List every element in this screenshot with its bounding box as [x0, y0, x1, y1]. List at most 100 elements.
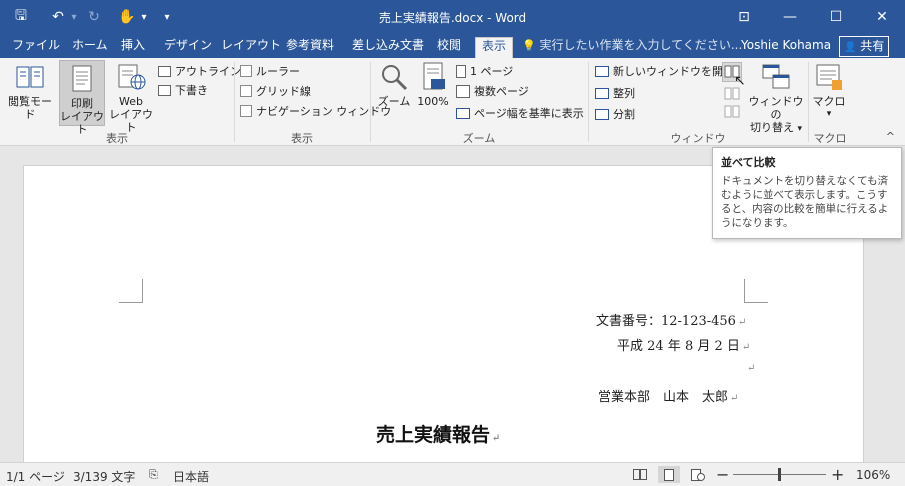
multiple-pages-icon: [456, 84, 470, 98]
minimize-button[interactable]: —: [767, 0, 813, 33]
read-mode-view-button[interactable]: [629, 466, 651, 483]
nav-pane-check[interactable]: [240, 105, 252, 117]
print-layout-icon: [67, 64, 97, 94]
macros-icon: [814, 62, 844, 92]
gridlines-label: グリッド線: [256, 85, 311, 98]
group-label-show: 表示: [291, 132, 313, 145]
word-count[interactable]: 3/139 文字: [73, 468, 135, 485]
collapse-ribbon-icon[interactable]: ^: [886, 130, 895, 143]
new-window-label: 新しいウィンドウを開く: [613, 65, 734, 78]
ruler-check[interactable]: [240, 65, 252, 77]
zoom-button[interactable]: ズーム: [375, 62, 413, 126]
tab-insert[interactable]: 挿入: [115, 37, 151, 58]
document-number-line[interactable]: 文書番号：12-123-456 ↵: [596, 310, 746, 329]
zoom-slider-thumb[interactable]: [778, 468, 781, 481]
print-layout-label-1: 印刷: [71, 97, 93, 110]
zoom-in-button[interactable]: +: [831, 465, 844, 484]
zoom-label: ズーム: [377, 95, 411, 108]
macros-button[interactable]: マクロ ▾: [812, 62, 846, 126]
multiple-pages-button[interactable]: 複数ページ: [456, 82, 529, 100]
document-date: 平成 24 年 8 月 2 日: [617, 339, 740, 354]
print-layout-button[interactable]: 印刷 レイアウト: [59, 60, 105, 136]
window-controls: ⊡ — ☐ ✕: [721, 0, 905, 33]
new-window-button[interactable]: 新しいウィンドウを開く: [595, 62, 734, 80]
tooltip-body: ドキュメントを切り替えなくても済むように並べて表示します。こうすると、内容の比較…: [721, 175, 889, 229]
margin-corner-right: [744, 279, 768, 303]
gridlines-check[interactable]: [240, 85, 252, 97]
web-layout-view-icon: [691, 468, 705, 481]
switch-windows-button[interactable]: ウィンドウの 切り替え ▾: [747, 62, 805, 134]
tooltip-title: 並べて比較: [721, 156, 776, 169]
author-line[interactable]: 営業本部 山本 太郎 ↵: [598, 386, 738, 405]
paragraph-mark: ↵: [730, 393, 739, 404]
user-name[interactable]: Yoshie Kohama: [741, 37, 831, 54]
group-label-macros: マクロ: [813, 132, 847, 145]
macros-dropdown-icon: ▾: [826, 109, 832, 119]
draft-icon: [158, 84, 171, 96]
outline-button[interactable]: アウトライン: [158, 62, 241, 80]
margin-corner-left: [119, 279, 143, 303]
draft-label: 下書き: [175, 84, 208, 97]
tab-layout[interactable]: レイアウト: [215, 37, 287, 58]
proofing-icon[interactable]: ⎘: [149, 468, 158, 482]
maximize-button[interactable]: ☐: [813, 0, 859, 33]
close-button[interactable]: ✕: [859, 0, 905, 33]
reset-window-icon: [724, 105, 740, 118]
arrange-all-button[interactable]: 整列: [595, 84, 635, 102]
ribbon-view: 閲覧モード 印刷 レイアウト Web レイアウト アウトライン 下書き 表示 ル…: [0, 58, 905, 146]
macros-label: マクロ: [812, 95, 846, 108]
zoom-100-button[interactable]: 100%: [414, 62, 452, 126]
draft-button[interactable]: 下書き: [158, 81, 208, 99]
tab-design[interactable]: デザイン: [158, 37, 218, 58]
group-label-zoom: ズーム: [462, 132, 496, 145]
read-mode-icon: [15, 62, 45, 92]
ribbon-display-options-icon[interactable]: ⊡: [721, 0, 767, 33]
tab-references[interactable]: 参考資料: [280, 37, 340, 58]
document-number: 文書番号：12-123-456: [596, 314, 736, 329]
read-mode-button[interactable]: 閲覧モード: [3, 62, 57, 126]
outline-icon: [158, 65, 171, 77]
sync-scroll-button[interactable]: [723, 87, 741, 101]
paragraph-mark: ↵: [747, 363, 756, 374]
print-layout-view-icon: [664, 468, 674, 481]
tab-mailings[interactable]: 差し込み文書: [346, 37, 430, 58]
web-layout-view-button[interactable]: [687, 466, 709, 483]
language[interactable]: 日本語: [173, 468, 209, 485]
zoom-out-button[interactable]: −: [716, 465, 729, 484]
new-window-icon: [595, 65, 609, 77]
tab-view[interactable]: 表示: [475, 37, 514, 58]
document-title-text: 売上実績報告: [376, 424, 491, 446]
document-heading[interactable]: 売上実績報告 ↵: [376, 420, 500, 447]
read-mode-label: 閲覧モード: [8, 95, 52, 121]
magnifier-icon: [379, 62, 409, 92]
page-width-button[interactable]: ページ幅を基準に表示: [456, 104, 584, 122]
title-bar: 🖫 ↶ ▾ ↻ ✋ ▾ ▾ 売上実績報告.docx - Word ⊡ — ☐ ✕: [0, 0, 905, 33]
paragraph-mark: ↵: [737, 317, 747, 328]
tab-home[interactable]: ホーム: [66, 37, 114, 58]
tell-me-box[interactable]: 💡 実行したい作業を入力してください...: [522, 37, 742, 54]
one-page-button[interactable]: 1 ページ: [456, 62, 513, 80]
switch-windows-icon: [761, 62, 791, 92]
zoom-level[interactable]: 106%: [856, 468, 890, 482]
group-label-views: 表示: [106, 132, 128, 145]
one-page-icon: [456, 64, 466, 78]
empty-line[interactable]: ↵: [745, 360, 755, 375]
share-button[interactable]: 👤 共有: [839, 36, 890, 57]
person-icon: 👤: [844, 42, 857, 53]
split-button[interactable]: 分割: [595, 105, 635, 123]
nav-pane-checkbox[interactable]: ナビゲーション ウィンドウ: [240, 102, 391, 120]
sync-scroll-icon: [724, 87, 740, 100]
print-layout-view-button[interactable]: [658, 466, 680, 483]
web-layout-button[interactable]: Web レイアウト: [106, 62, 156, 134]
ruler-checkbox[interactable]: ルーラー: [240, 62, 300, 80]
gridlines-checkbox[interactable]: グリッド線: [240, 82, 311, 100]
tab-file[interactable]: ファイル: [6, 37, 66, 58]
date-line[interactable]: 平成 24 年 8 月 2 日 ↵: [617, 335, 750, 354]
tab-review[interactable]: 校閲: [431, 37, 467, 58]
status-bar: 1/1 ページ 3/139 文字 ⎘ 日本語 − + 106%: [0, 462, 905, 486]
split-label: 分割: [613, 108, 635, 121]
zoom-100-icon: [418, 62, 448, 92]
reset-window-position-button[interactable]: [723, 105, 741, 119]
page-width-label: ページ幅を基準に表示: [474, 107, 584, 120]
page-count[interactable]: 1/1 ページ: [6, 468, 65, 485]
